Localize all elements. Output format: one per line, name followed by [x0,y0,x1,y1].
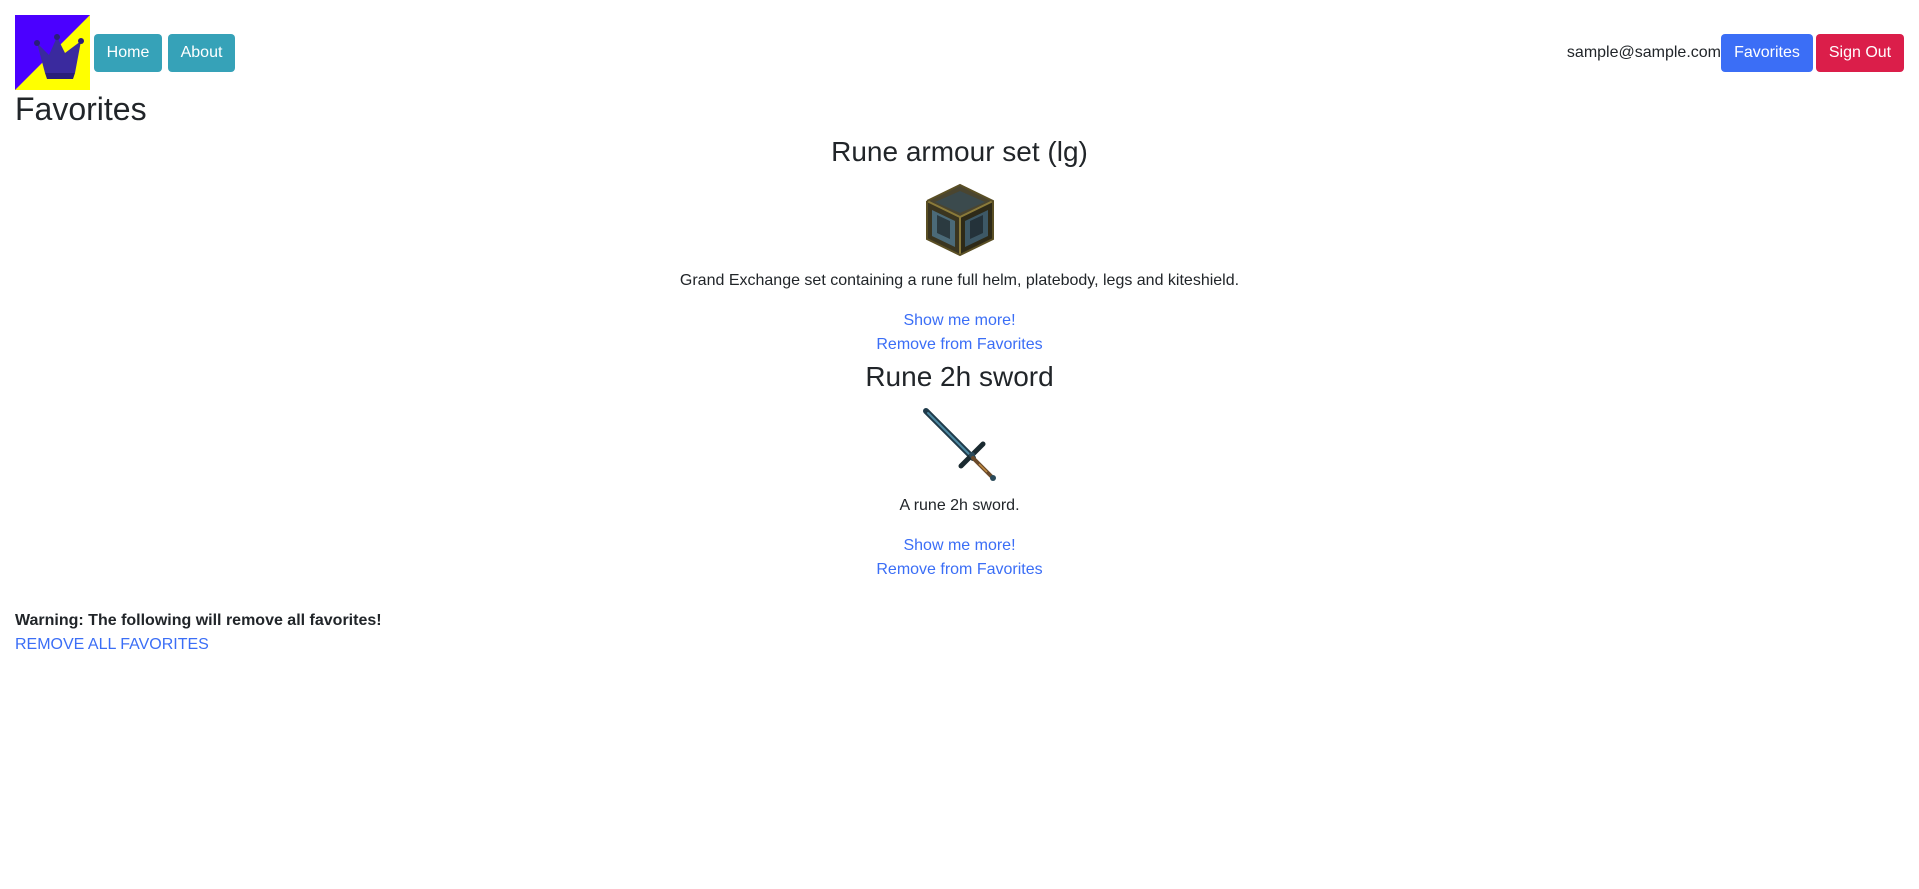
user-email: sample@sample.com [1566,44,1721,61]
show-more-link[interactable]: Show me more! [0,309,1919,333]
item-title: Rune armour set (lg) [831,136,1088,167]
rune-armour-set-icon [923,183,997,257]
remove-all-favorites-link[interactable]: REMOVE ALL FAVORITES [15,633,209,657]
about-button[interactable]: About [168,34,235,72]
show-more-link[interactable]: Show me more! [0,534,1919,558]
remove-from-favorites-link[interactable]: Remove from Favorites [0,333,1919,357]
sign-out-button[interactable]: Sign Out [1816,34,1904,72]
item-title: Rune 2h sword [865,361,1054,392]
crown-logo-icon[interactable] [15,15,90,90]
page-title: Favorites [15,91,147,127]
page: Home About sample@sample.com Favorites S… [0,0,1919,889]
navbar: Home About sample@sample.com Favorites S… [15,15,1904,90]
favorites-button[interactable]: Favorites [1721,34,1813,72]
remove-all-warning: Warning: The following will remove all f… [15,612,382,629]
favorite-item: Rune armour set (lg) Grand Exchange set … [0,135,1919,357]
remove-from-favorites-link[interactable]: Remove from Favorites [0,558,1919,582]
item-description: A rune 2h sword. [899,497,1020,514]
favorite-item: Rune 2h sword A rune 2h sword. Show me m… [0,360,1919,582]
item-description: Grand Exchange set containing a rune ful… [679,272,1240,289]
home-button[interactable]: Home [94,34,162,72]
rune-2h-sword-icon [922,408,997,482]
